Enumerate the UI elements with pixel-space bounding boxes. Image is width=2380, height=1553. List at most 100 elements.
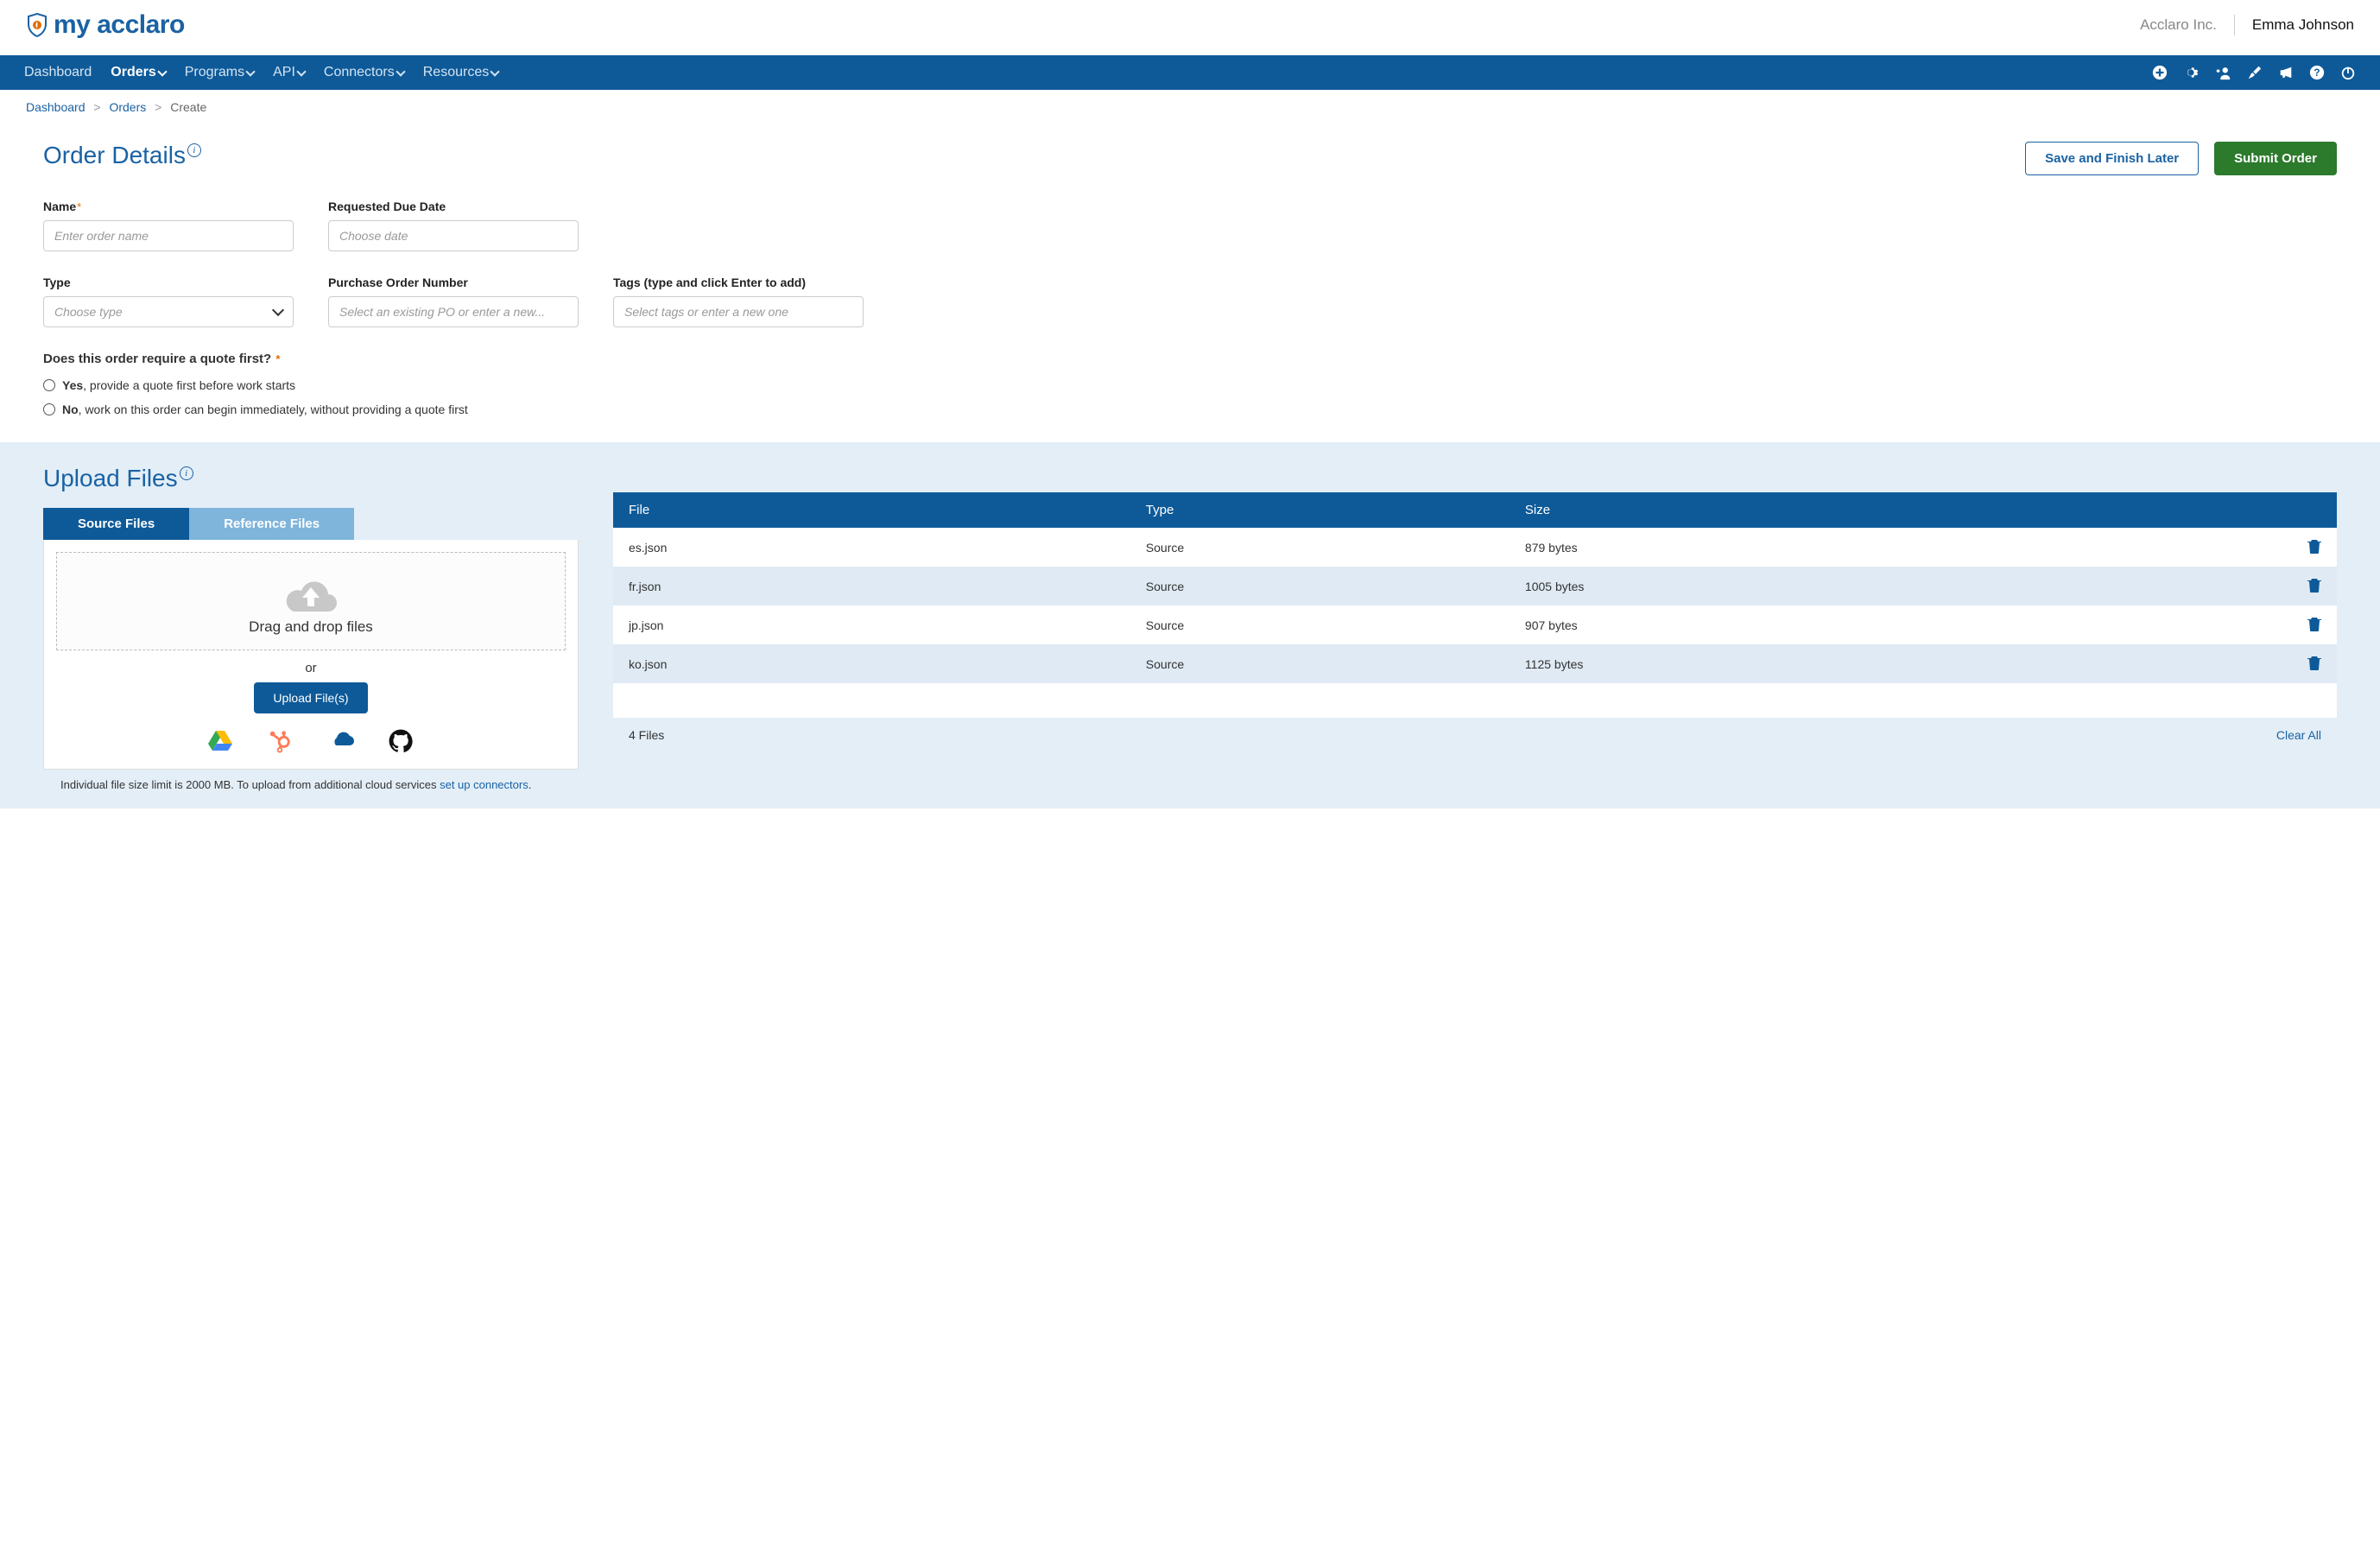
due-date-input[interactable] — [328, 220, 579, 251]
upload-left: Source Files Reference Files Drag and dr… — [43, 492, 579, 791]
table-row: fr.jsonSource1005 bytes — [613, 567, 2337, 605]
upload-title: Upload Files i — [43, 465, 2337, 492]
file-size: 907 bytes — [1510, 605, 2027, 644]
nav-connectors[interactable]: Connectors — [324, 55, 404, 90]
tab-reference-files[interactable]: Reference Files — [189, 508, 354, 540]
file-size: 1005 bytes — [1510, 567, 2027, 605]
col-type: Type — [1130, 492, 1510, 528]
hubspot-icon[interactable] — [268, 729, 294, 751]
setup-connectors-link[interactable]: set up connectors — [440, 778, 529, 791]
info-icon[interactable]: i — [187, 143, 201, 157]
svg-text:?: ? — [2314, 67, 2320, 79]
nav-orders[interactable]: Orders — [111, 55, 165, 90]
po-group: Purchase Order Number — [328, 276, 579, 327]
po-label: Purchase Order Number — [328, 276, 579, 289]
order-details-section: Order Details i Save and Finish Later Su… — [0, 124, 2380, 416]
add-user-icon[interactable] — [2214, 65, 2231, 80]
required-icon: * — [77, 200, 81, 213]
onedrive-icon[interactable] — [328, 729, 354, 751]
nav-programs[interactable]: Programs — [185, 55, 254, 90]
file-size: 1125 bytes — [1510, 644, 2027, 683]
name-input[interactable] — [43, 220, 294, 251]
drop-text: Drag and drop files — [249, 618, 373, 636]
clear-all-link[interactable]: Clear All — [2276, 728, 2321, 742]
info-icon[interactable]: i — [180, 466, 193, 480]
type-select[interactable]: Choose type — [43, 296, 294, 327]
type-group: Type Choose type — [43, 276, 294, 327]
gear-icon[interactable] — [2183, 65, 2199, 80]
tags-label: Tags (type and click Enter to add) — [613, 276, 864, 289]
name-label: Name — [43, 200, 76, 213]
file-size: 879 bytes — [1510, 528, 2027, 567]
nav-right: ? — [2152, 65, 2356, 80]
upload-files-button[interactable]: Upload File(s) — [254, 682, 367, 713]
upload-body: Source Files Reference Files Drag and dr… — [43, 492, 2337, 791]
breadcrumb: Dashboard > Orders > Create — [0, 90, 2380, 124]
action-buttons: Save and Finish Later Submit Order — [2025, 142, 2337, 175]
quote-question: Does this order require a quote first? *… — [43, 352, 2337, 416]
radio-icon[interactable] — [43, 403, 55, 415]
add-icon[interactable] — [2152, 65, 2168, 80]
trash-icon[interactable] — [2307, 655, 2321, 670]
breadcrumb-sep: > — [93, 100, 100, 114]
due-date-label: Requested Due Date — [328, 200, 579, 213]
name-group: Name* — [43, 200, 294, 251]
quote-yes-row[interactable]: Yes, provide a quote first before work s… — [43, 378, 2337, 392]
limit-text: Individual file size limit is 2000 MB. T… — [43, 778, 579, 791]
save-finish-later-button[interactable]: Save and Finish Later — [2025, 142, 2199, 175]
po-input[interactable] — [328, 296, 579, 327]
nav-api[interactable]: API — [273, 55, 305, 90]
chevron-down-icon — [396, 67, 405, 76]
logo[interactable]: my acclaro — [26, 10, 185, 40]
help-icon[interactable]: ? — [2309, 65, 2325, 80]
chevron-down-icon — [272, 304, 284, 316]
chevron-down-icon — [157, 67, 167, 76]
google-drive-icon[interactable] — [207, 729, 233, 751]
nav-resources[interactable]: Resources — [423, 55, 498, 90]
upload-section: Upload Files i Source Files Reference Fi… — [0, 442, 2380, 808]
header-divider — [2234, 15, 2235, 35]
file-name: jp.json — [613, 605, 1130, 644]
drop-zone[interactable]: Drag and drop files — [56, 552, 566, 650]
table-footer: 4 Files Clear All — [613, 718, 2337, 742]
user-name[interactable]: Emma Johnson — [2252, 16, 2354, 34]
quote-label: Does this order require a quote first? * — [43, 352, 2337, 366]
tab-source-files[interactable]: Source Files — [43, 508, 189, 540]
company-name[interactable]: Acclaro Inc. — [2140, 16, 2217, 34]
chevron-down-icon — [245, 67, 255, 76]
file-type: Source — [1130, 528, 1510, 567]
file-type: Source — [1130, 567, 1510, 605]
table-row: es.jsonSource879 bytes — [613, 528, 2337, 567]
navbar: Dashboard Orders Programs API Connectors… — [0, 55, 2380, 90]
section-head: Order Details i Save and Finish Later Su… — [43, 142, 2337, 175]
nav-left: Dashboard Orders Programs API Connectors… — [24, 55, 498, 90]
chevron-down-icon — [296, 67, 306, 76]
file-name: fr.json — [613, 567, 1130, 605]
form-row-1: Name* Requested Due Date — [43, 200, 2337, 251]
section-title: Order Details i — [43, 142, 201, 169]
github-icon[interactable] — [389, 729, 415, 751]
header-right: Acclaro Inc. Emma Johnson — [2140, 15, 2354, 35]
file-type: Source — [1130, 644, 1510, 683]
table-row: ko.jsonSource1125 bytes — [613, 644, 2337, 683]
breadcrumb-orders[interactable]: Orders — [109, 100, 146, 114]
breadcrumb-dashboard[interactable]: Dashboard — [26, 100, 85, 114]
tags-input[interactable] — [613, 296, 864, 327]
cloud-integrations — [207, 729, 415, 751]
quote-no-row[interactable]: No, work on this order can begin immedia… — [43, 403, 2337, 416]
file-name: ko.json — [613, 644, 1130, 683]
tags-group: Tags (type and click Enter to add) — [613, 276, 864, 327]
due-date-group: Requested Due Date — [328, 200, 579, 251]
megaphone-icon[interactable] — [2278, 65, 2294, 80]
tools-icon[interactable] — [2247, 65, 2263, 80]
trash-icon[interactable] — [2307, 577, 2321, 593]
submit-order-button[interactable]: Submit Order — [2214, 142, 2337, 175]
trash-icon[interactable] — [2307, 538, 2321, 554]
file-name: es.json — [613, 528, 1130, 567]
power-icon[interactable] — [2340, 65, 2356, 80]
file-table: File Type Size es.jsonSource879 bytesfr.… — [613, 492, 2337, 718]
trash-icon[interactable] — [2307, 616, 2321, 631]
chevron-down-icon — [491, 67, 500, 76]
nav-dashboard[interactable]: Dashboard — [24, 55, 92, 90]
radio-icon[interactable] — [43, 379, 55, 391]
